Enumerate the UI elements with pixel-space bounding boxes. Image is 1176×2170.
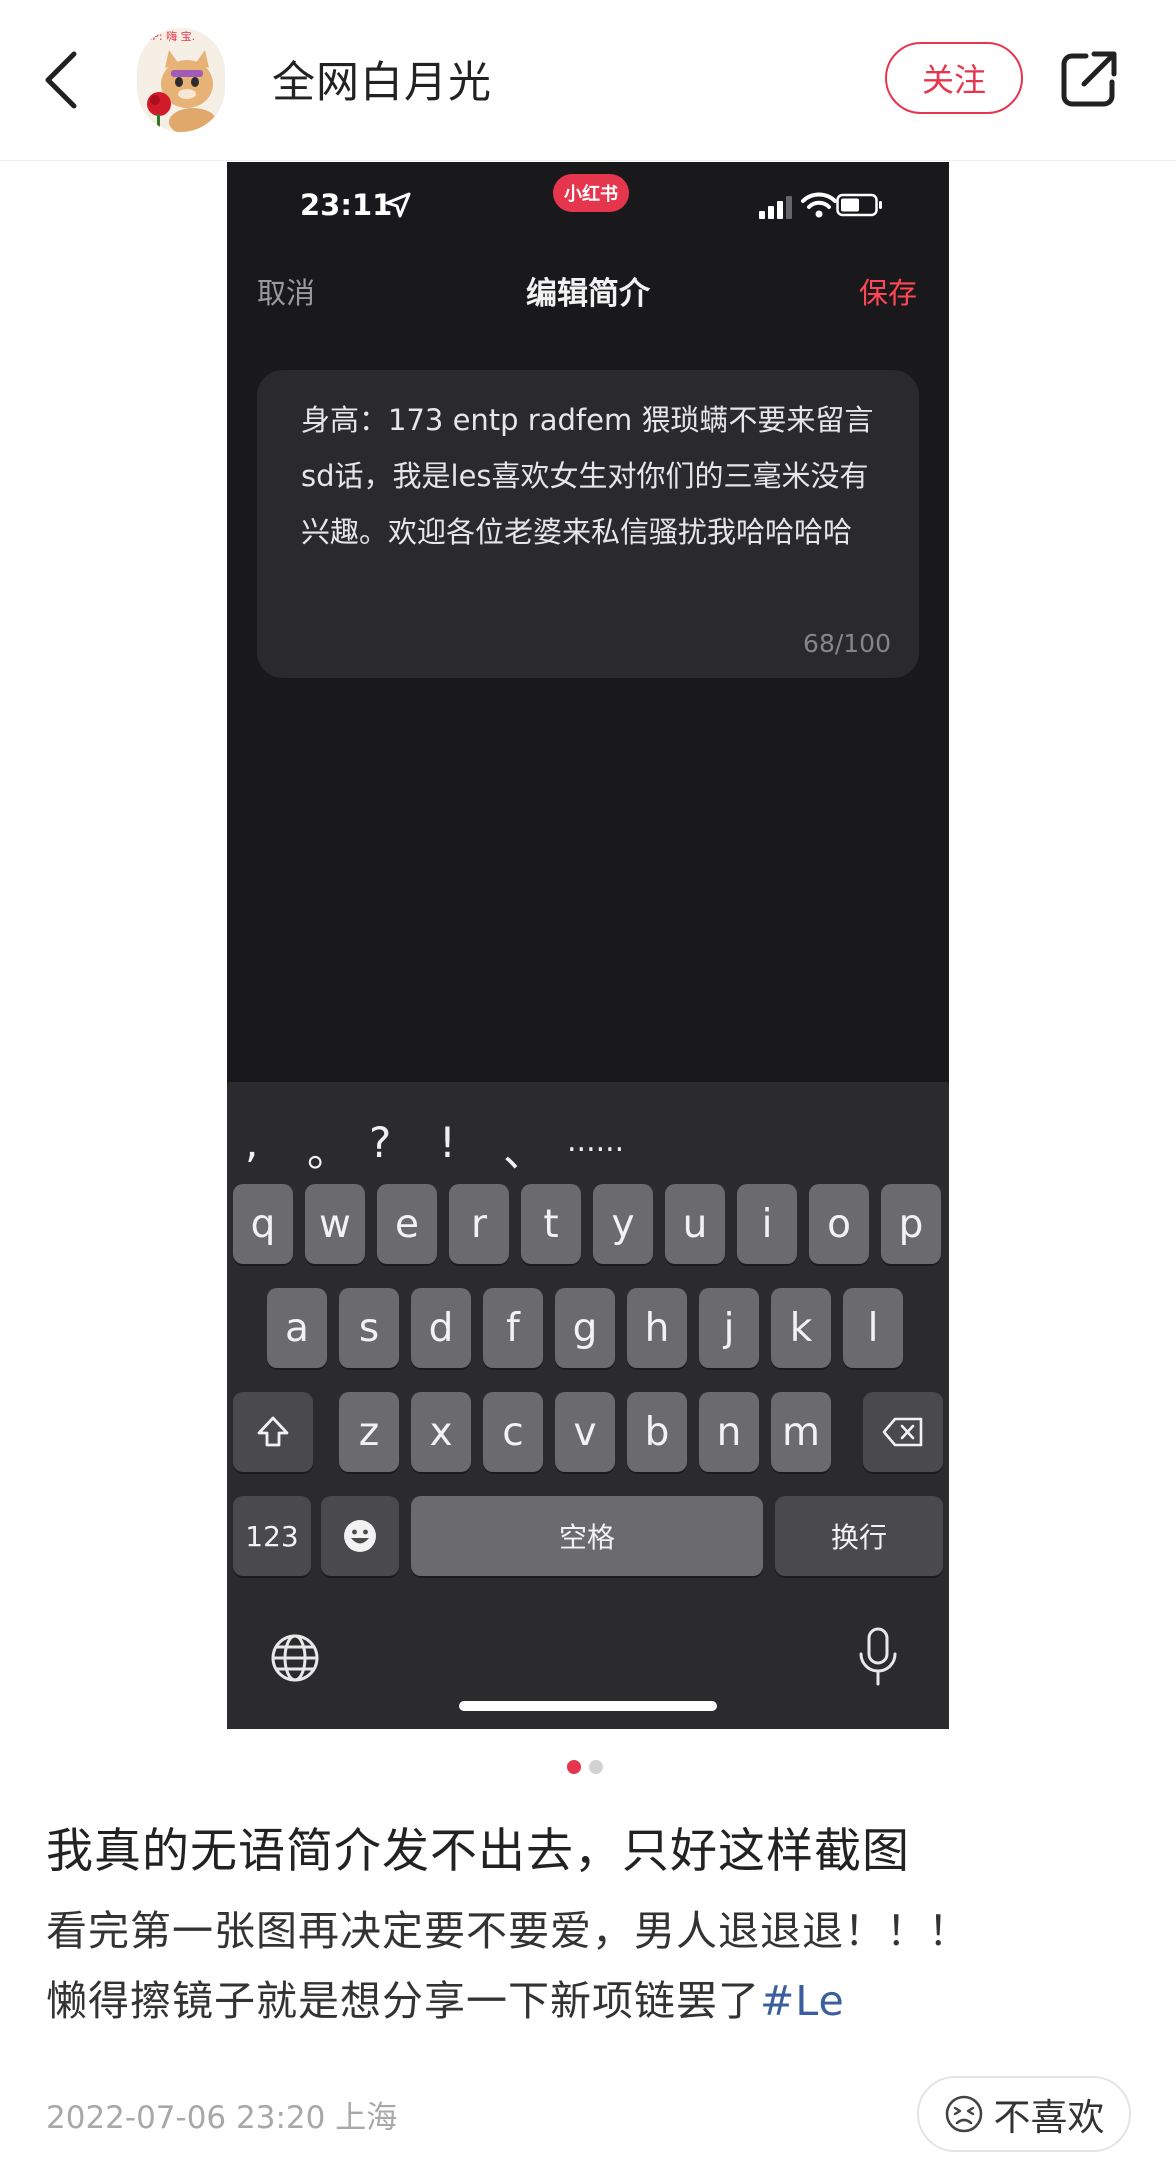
carousel-dot	[589, 1760, 603, 1774]
share-icon[interactable]	[1058, 48, 1120, 110]
location-arrow-icon	[385, 192, 411, 218]
key-x[interactable]: x	[411, 1392, 471, 1472]
key-o[interactable]: o	[809, 1184, 869, 1264]
key-w[interactable]: w	[305, 1184, 365, 1264]
avatar-caption: ntP: 嗨 宝.	[141, 29, 195, 43]
key-m[interactable]: m	[771, 1392, 831, 1472]
wifi-icon	[801, 192, 837, 218]
carousel-dot-active	[567, 1760, 581, 1774]
cellular-signal-icon	[759, 196, 792, 219]
key-i[interactable]: i	[737, 1184, 797, 1264]
unhappy-face-icon	[945, 2095, 982, 2133]
post-body-line: 懒得擦镜子就是想分享一下新项链罢了#Le	[46, 1966, 1136, 2036]
key-k[interactable]: k	[771, 1288, 831, 1368]
home-indicator	[459, 1701, 717, 1711]
post-location: 上海	[335, 2100, 398, 2136]
numbers-key[interactable]: 123	[233, 1496, 311, 1576]
delete-key[interactable]	[863, 1392, 943, 1472]
key-c[interactable]: c	[483, 1392, 543, 1472]
punct-period[interactable]: 。	[307, 1118, 349, 1179]
key-v[interactable]: v	[555, 1392, 615, 1472]
key-h[interactable]: h	[627, 1288, 687, 1368]
punct-ellipsis[interactable]: ......	[567, 1124, 624, 1159]
backspace-icon	[882, 1417, 923, 1447]
return-key[interactable]: 换行	[775, 1496, 943, 1576]
emoji-face-icon	[344, 1520, 376, 1552]
globe-icon[interactable]	[269, 1632, 321, 1684]
shift-key[interactable]	[233, 1392, 313, 1472]
key-e[interactable]: e	[377, 1184, 437, 1264]
key-d[interactable]: d	[411, 1288, 471, 1368]
back-arrow-icon[interactable]	[40, 48, 84, 112]
cat-avatar-image: ntP: 嗨 宝.	[137, 28, 225, 132]
microphone-icon[interactable]	[855, 1626, 901, 1690]
key-q[interactable]: q	[233, 1184, 293, 1264]
bio-text: 身高：173 entp radfem 猥琐螨不要来留言sd话，我是les喜欢女生…	[301, 403, 874, 549]
hashtag-link[interactable]: #Le	[760, 1977, 845, 2025]
punct-comma[interactable]: ,	[245, 1118, 258, 1167]
bio-char-counter: 68/100	[803, 629, 891, 658]
save-button[interactable]: 保存	[859, 270, 917, 312]
post-body: 看完第一张图再决定要不要爱，男人退退退！！！ 懒得擦镜子就是想分享一下新项链罢了…	[46, 1896, 1136, 2036]
key-g[interactable]: g	[555, 1288, 615, 1368]
app-badge: 小红书	[553, 174, 629, 212]
key-s[interactable]: s	[339, 1288, 399, 1368]
key-t[interactable]: t	[521, 1184, 581, 1264]
status-time: 23:11	[300, 188, 393, 222]
key-j[interactable]: j	[699, 1288, 759, 1368]
battery-icon	[836, 193, 882, 217]
author-avatar[interactable]: ntP: 嗨 宝.	[137, 28, 225, 132]
post-date: 2022-07-06 23:20	[46, 2100, 326, 2136]
post-meta: 2022-07-06 23:20 上海	[46, 2092, 397, 2137]
key-z[interactable]: z	[339, 1392, 399, 1472]
key-n[interactable]: n	[699, 1392, 759, 1472]
key-l[interactable]: l	[843, 1288, 903, 1368]
key-r[interactable]: r	[449, 1184, 509, 1264]
dislike-button[interactable]: 不喜欢	[917, 2076, 1131, 2152]
punct-dunhao[interactable]: 、	[503, 1118, 545, 1179]
key-u[interactable]: u	[665, 1184, 725, 1264]
post-body-text: 懒得擦镜子就是想分享一下新项链罢了	[46, 1977, 760, 2025]
author-name[interactable]: 全网白月光	[272, 48, 492, 110]
edit-bio-title: 编辑简介	[526, 276, 650, 312]
top-bar: ntP: 嗨 宝. 全网白月光 关注	[0, 0, 1176, 161]
dislike-label: 不喜欢	[993, 2096, 1105, 2139]
key-b[interactable]: b	[627, 1392, 687, 1472]
space-key[interactable]: 空格	[411, 1496, 763, 1576]
emoji-key[interactable]	[321, 1496, 399, 1576]
post-image-screenshot[interactable]: 23:11 小红书 取消 编辑简介 保存 身高：173 entp radfem …	[227, 162, 949, 1729]
key-y[interactable]: y	[593, 1184, 653, 1264]
punct-question[interactable]: ?	[369, 1118, 391, 1167]
punct-exclaim[interactable]: !	[439, 1118, 456, 1167]
keyboard: , 。 ? ! 、 ...... q w e r t y u i o p a s…	[227, 1082, 949, 1729]
key-p[interactable]: p	[881, 1184, 941, 1264]
bio-textarea[interactable]: 身高：173 entp radfem 猥琐螨不要来留言sd话，我是les喜欢女生…	[257, 370, 919, 678]
post-title: 我真的无语简介发不出去，只好这样截图	[46, 1824, 910, 1879]
follow-button[interactable]: 关注	[885, 42, 1023, 114]
key-f[interactable]: f	[483, 1288, 543, 1368]
key-a[interactable]: a	[267, 1288, 327, 1368]
shift-arrow-icon	[257, 1416, 289, 1447]
post-body-line: 看完第一张图再决定要不要爱，男人退退退！！！	[46, 1907, 970, 1955]
